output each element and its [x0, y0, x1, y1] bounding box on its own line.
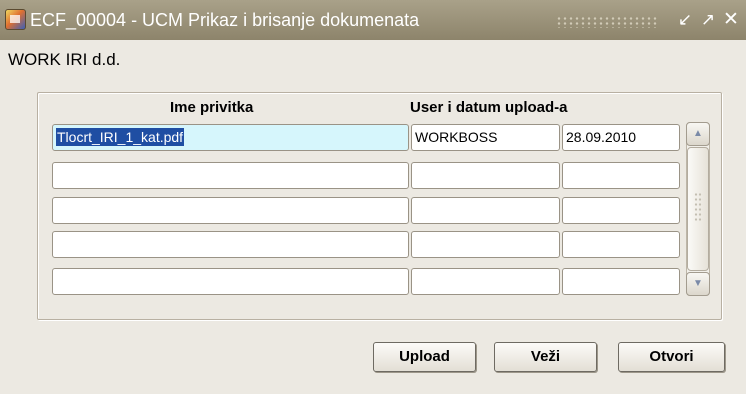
upload-date-field[interactable]: 28.09.2010	[562, 124, 680, 151]
attachment-name-field[interactable]	[52, 268, 409, 295]
scrollbar-grip-icon	[694, 192, 703, 222]
upload-user-field[interactable]: WORKBOSS	[411, 124, 560, 151]
upload-date-field[interactable]	[562, 231, 680, 258]
upload-user-field[interactable]	[411, 197, 560, 224]
scroll-up-button[interactable]: ▲	[686, 122, 710, 146]
scroll-down-button[interactable]: ▼	[686, 272, 710, 296]
close-icon[interactable]: ✕	[721, 10, 741, 30]
link-button[interactable]: Veži	[494, 342, 597, 372]
maximize-icon[interactable]: ↗	[698, 10, 718, 30]
upload-date-field[interactable]	[562, 162, 680, 189]
column-header-name: Ime privitka	[170, 99, 254, 116]
upload-button[interactable]: Upload	[373, 342, 476, 372]
attachment-name-field[interactable]	[52, 197, 409, 224]
selected-text: Tlocrt_IRI_1_kat.pdf	[56, 128, 185, 146]
open-button[interactable]: Otvori	[618, 342, 725, 372]
company-label: WORK IRI d.d.	[8, 50, 121, 69]
upload-date-field[interactable]	[562, 268, 680, 295]
minimize-icon[interactable]: ↙	[675, 10, 695, 30]
app-icon[interactable]	[5, 9, 26, 30]
upload-user-field[interactable]	[411, 231, 560, 258]
window-title: ECF_00004 - UCM Prikaz i brisanje dokume…	[30, 10, 420, 30]
attachment-name-field[interactable]	[52, 231, 409, 258]
upload-user-field[interactable]	[411, 162, 560, 189]
attachment-name-field[interactable]	[52, 162, 409, 189]
title-bar-grip	[556, 16, 658, 28]
upload-date-field[interactable]	[562, 197, 680, 224]
upload-user-field[interactable]	[411, 268, 560, 295]
column-header-user-date: User i datum upload-a	[410, 99, 568, 116]
attachment-name-field[interactable]: Tlocrt_IRI_1_kat.pdf	[52, 124, 409, 151]
title-bar[interactable]: ECF_00004 - UCM Prikaz i brisanje dokume…	[0, 0, 746, 40]
